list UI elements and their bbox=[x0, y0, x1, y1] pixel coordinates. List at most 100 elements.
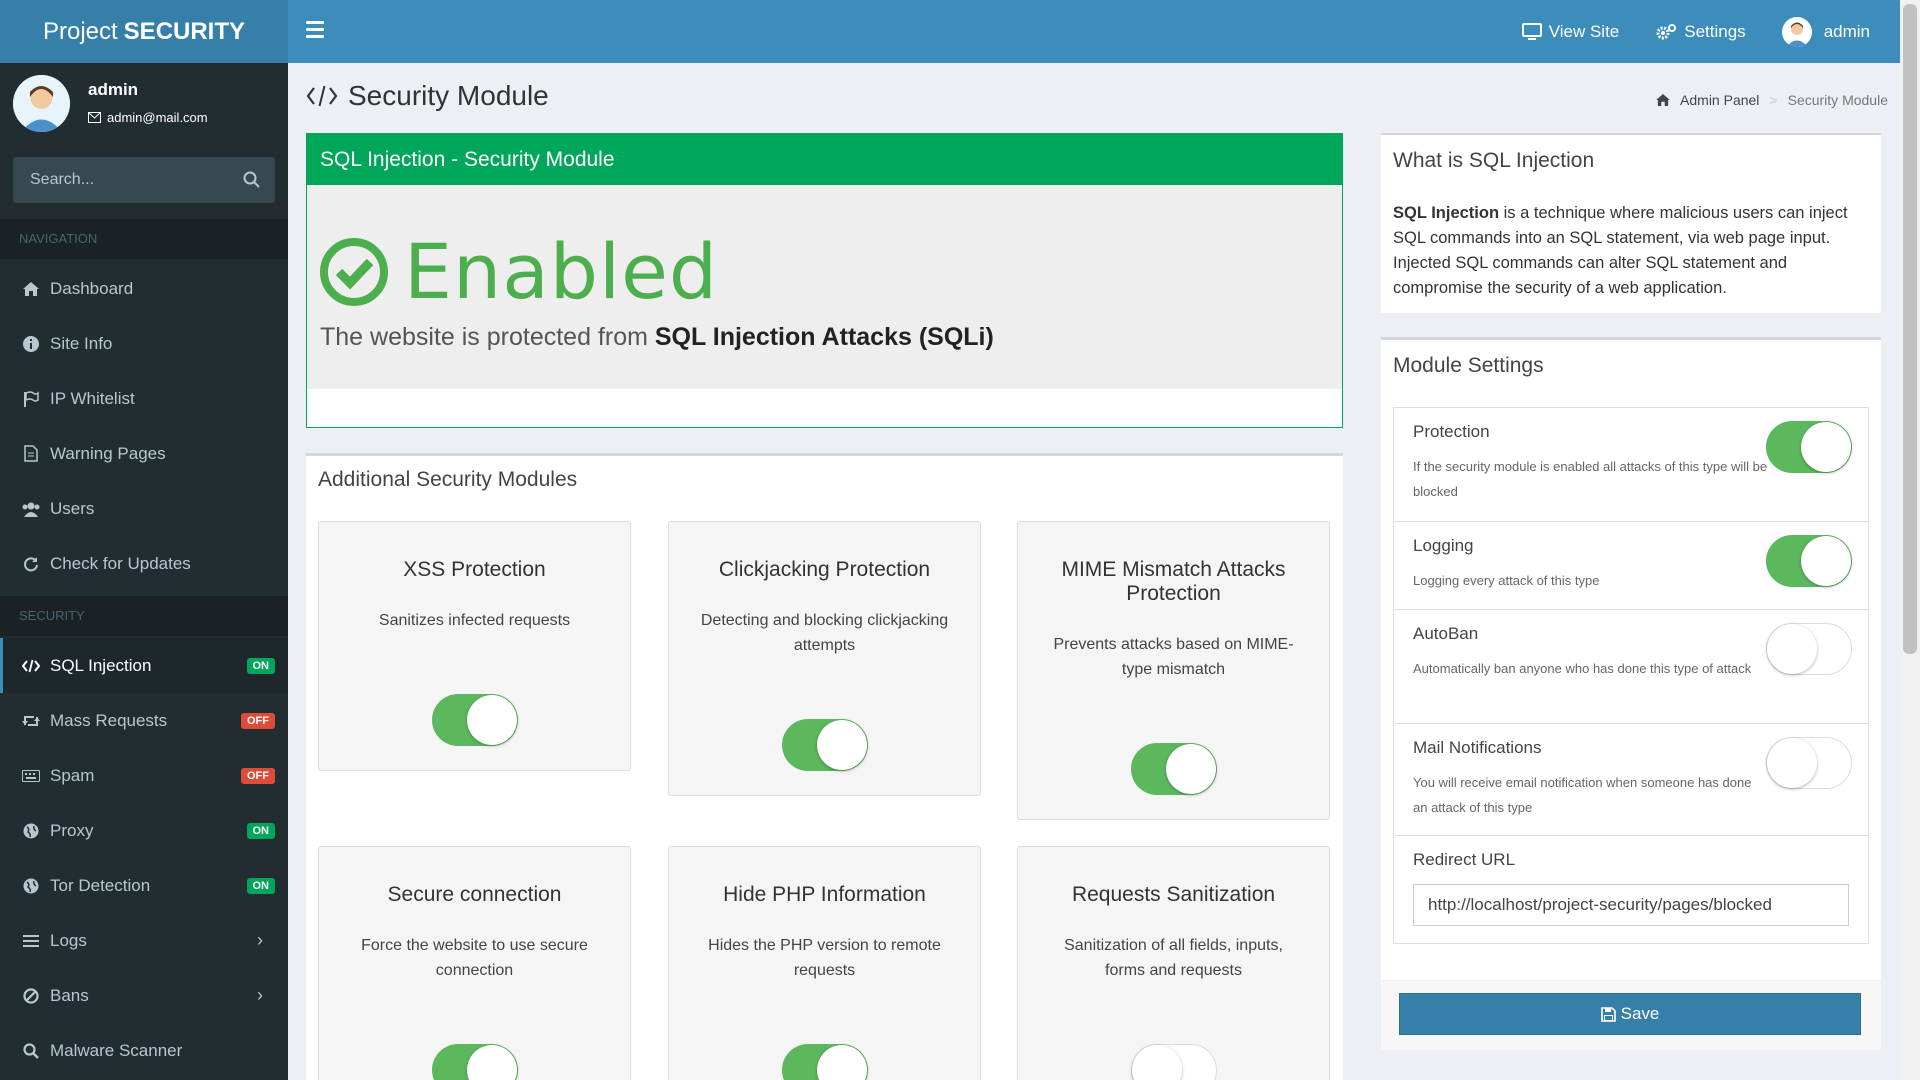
status-box-header: SQL Injection - Security Module bbox=[307, 134, 1342, 185]
sidebar-item-logs[interactable]: Logs › bbox=[0, 913, 288, 968]
sidebar: admin admin@mail.com NAVIGATION Dashboar… bbox=[0, 63, 288, 1080]
autoban-toggle[interactable] bbox=[1766, 623, 1852, 675]
status-badge: OFF bbox=[241, 712, 275, 729]
module-card-title: Secure connection bbox=[387, 883, 562, 906]
status-badge: ON bbox=[246, 822, 275, 839]
logging-toggle[interactable] bbox=[1766, 535, 1852, 587]
sidebar-item-label: Tor Detection bbox=[50, 875, 151, 895]
brand-bold: SECURITY bbox=[123, 17, 246, 45]
status-badge: ON bbox=[246, 877, 275, 894]
globe-icon bbox=[21, 876, 41, 896]
module-card-desc: Sanitization of all fields, inputs, form… bbox=[1064, 937, 1283, 979]
code-icon bbox=[306, 85, 338, 107]
page-scrollbar[interactable] bbox=[1900, 0, 1920, 1080]
code-icon bbox=[21, 656, 41, 676]
sidebar-item-bans[interactable]: Bans › bbox=[0, 968, 288, 1023]
sidebar-item-label: Warning Pages bbox=[50, 443, 166, 463]
setting-desc: You will receive email notification when… bbox=[1413, 775, 1752, 815]
module-card-desc: Hides the PHP version to remote requests bbox=[708, 937, 941, 979]
additional-modules-box: Additional Security Modules XSS Protecti… bbox=[306, 453, 1343, 1080]
user-avatar bbox=[13, 75, 70, 132]
sidebar-item-spam[interactable]: Spam OFF bbox=[0, 748, 288, 803]
user-email-text: admin@mail.com bbox=[107, 110, 208, 125]
page-title: Security Module bbox=[306, 80, 549, 112]
floppy-disk-icon bbox=[1600, 1006, 1616, 1022]
module-card-xss: XSS Protection Sanitizes infected reques… bbox=[318, 521, 631, 771]
breadcrumb-separator: > bbox=[1769, 92, 1778, 108]
module-card-title: MIME Mismatch Attacks Protection bbox=[1061, 558, 1286, 605]
module-settings-box: Module Settings Protection If the securi… bbox=[1381, 337, 1881, 1050]
user-name: admin bbox=[88, 80, 139, 99]
requests-sanitization-toggle[interactable] bbox=[1131, 1044, 1217, 1080]
protection-toggle[interactable] bbox=[1766, 421, 1852, 473]
sidebar-item-tor-detection[interactable]: Tor Detection ON bbox=[0, 858, 288, 913]
module-settings-title: Module Settings bbox=[1393, 354, 1544, 377]
search-input[interactable] bbox=[13, 157, 233, 203]
sidebar-item-label: Mass Requests bbox=[50, 710, 168, 730]
info-title: What is SQL Injection bbox=[1393, 149, 1595, 172]
sidebar-item-malware-scanner[interactable]: Malware Scanner bbox=[0, 1023, 288, 1078]
gears-icon bbox=[1656, 23, 1677, 39]
sidebar-item-dashboard[interactable]: Dashboard bbox=[0, 261, 288, 316]
user-panel: admin admin@mail.com bbox=[0, 63, 288, 155]
setting-title: AutoBan bbox=[1413, 624, 1479, 643]
top-navbar: View Site Settings admin bbox=[288, 0, 1900, 63]
view-site-link[interactable]: View Site bbox=[1521, 22, 1619, 42]
security-section-header: SECURITY bbox=[0, 596, 288, 636]
status-description: The website is protected from SQL Inject… bbox=[320, 323, 994, 352]
chevron-right-icon: › bbox=[257, 985, 263, 1005]
hamburger-menu-icon[interactable] bbox=[306, 21, 324, 41]
user-menu[interactable]: admin bbox=[1781, 16, 1870, 47]
save-button[interactable]: Save bbox=[1399, 993, 1861, 1035]
sidebar-item-users[interactable]: Users bbox=[0, 481, 288, 536]
keyboard-icon bbox=[21, 766, 41, 786]
check-circle-icon bbox=[320, 237, 388, 306]
sidebar-item-ip-whitelist[interactable]: IP Whitelist bbox=[0, 371, 288, 426]
xss-toggle[interactable] bbox=[432, 694, 518, 746]
scrollbar-thumb[interactable] bbox=[1903, 4, 1917, 654]
hide-php-toggle[interactable] bbox=[782, 1044, 868, 1080]
mail-notifications-toggle[interactable] bbox=[1766, 737, 1852, 789]
user-avatar-small bbox=[1781, 16, 1812, 47]
monitor-icon bbox=[1521, 22, 1542, 40]
redirect-url-input[interactable] bbox=[1413, 884, 1849, 926]
list-icon bbox=[21, 931, 41, 951]
module-card-desc: Detecting and blocking clickjacking atte… bbox=[700, 612, 949, 654]
setting-autoban: AutoBan Automatically ban anyone who has… bbox=[1394, 610, 1868, 724]
settings-link[interactable]: Settings bbox=[1655, 21, 1746, 42]
search-icon bbox=[21, 1041, 41, 1061]
home-icon bbox=[1656, 94, 1670, 106]
module-status-box: SQL Injection - Security Module Enabled … bbox=[306, 133, 1343, 428]
status-state-text: Enabled bbox=[404, 227, 719, 316]
setting-title: Protection bbox=[1413, 422, 1490, 441]
app-logo[interactable]: Project SECURITY bbox=[0, 0, 288, 63]
status-box-body: Enabled The website is protected from SQ… bbox=[307, 185, 1342, 389]
sidebar-item-sql-injection[interactable]: SQL Injection ON bbox=[0, 638, 288, 693]
sidebar-item-warning-pages[interactable]: Warning Pages bbox=[0, 426, 288, 481]
setting-title: Logging bbox=[1413, 536, 1474, 555]
sidebar-item-proxy[interactable]: Proxy ON bbox=[0, 803, 288, 858]
home-icon bbox=[21, 279, 41, 299]
settings-label: Settings bbox=[1684, 21, 1746, 41]
sidebar-item-site-info[interactable]: Site Info bbox=[0, 316, 288, 371]
sidebar-item-label: Check for Updates bbox=[50, 553, 191, 573]
info-icon bbox=[21, 334, 41, 354]
sidebar-item-check-updates[interactable]: Check for Updates bbox=[0, 536, 288, 591]
status-badge: OFF bbox=[241, 767, 275, 784]
sidebar-item-mass-requests[interactable]: Mass Requests OFF bbox=[0, 693, 288, 748]
user-email: admin@mail.com bbox=[88, 110, 208, 125]
sidebar-item-label: IP Whitelist bbox=[50, 388, 135, 408]
refresh-icon bbox=[21, 554, 41, 574]
page-title-text: Security Module bbox=[348, 80, 549, 111]
clickjacking-toggle[interactable] bbox=[782, 719, 868, 771]
info-text: SQL Injection is a technique where malic… bbox=[1393, 201, 1861, 301]
user-menu-label: admin bbox=[1823, 21, 1870, 41]
setting-title: Mail Notifications bbox=[1413, 738, 1542, 757]
retweet-icon bbox=[21, 711, 41, 731]
secure-connection-toggle[interactable] bbox=[432, 1044, 518, 1080]
search-icon[interactable] bbox=[243, 171, 260, 193]
setting-mail-notifications: Mail Notifications You will receive emai… bbox=[1394, 724, 1868, 836]
module-card-clickjacking: Clickjacking Protection Detecting and bl… bbox=[668, 521, 981, 796]
mime-toggle[interactable] bbox=[1131, 743, 1217, 795]
breadcrumb-home[interactable]: Admin Panel bbox=[1680, 92, 1759, 108]
